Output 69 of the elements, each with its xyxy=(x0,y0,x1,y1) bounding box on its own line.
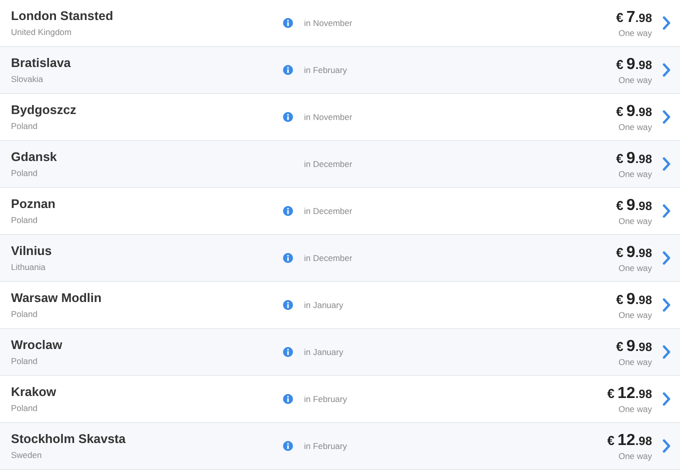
country-name: Poland xyxy=(11,121,38,131)
chevron-right-icon[interactable] xyxy=(662,204,670,218)
fare-price: € 9.98 xyxy=(616,102,652,120)
chevron-right-icon[interactable] xyxy=(662,298,670,312)
city-name: Poznan xyxy=(11,197,56,211)
fare-type: One way xyxy=(618,404,652,414)
country-name: United Kingdom xyxy=(11,27,72,37)
city-name: Stockholm Skavsta xyxy=(11,432,127,446)
travel-month: in February xyxy=(304,441,348,451)
city-name: Vilnius xyxy=(11,244,53,258)
fare-price: € 9.98 xyxy=(616,338,652,356)
fare-price: € 9.98 xyxy=(616,290,652,308)
country-name: Sweden xyxy=(11,450,43,460)
fare-type: One way xyxy=(618,450,652,460)
fare-type: One way xyxy=(618,74,652,84)
info-icon[interactable] xyxy=(283,441,293,451)
fare-price: € 12.98 xyxy=(607,384,652,402)
fare-price: € 9.98 xyxy=(616,244,652,262)
chevron-right-icon[interactable] xyxy=(662,63,670,77)
city-name: Krakow xyxy=(11,385,58,399)
travel-month: in February xyxy=(304,65,348,75)
country-name: Lithuania xyxy=(11,262,47,272)
info-icon[interactable] xyxy=(283,65,293,75)
fare-type: One way xyxy=(618,168,652,178)
chevron-right-icon[interactable] xyxy=(662,439,670,453)
fare-type: One way xyxy=(618,216,652,226)
travel-month: in December xyxy=(304,206,354,216)
fare-type: One way xyxy=(618,122,652,132)
info-icon[interactable] xyxy=(283,347,293,357)
info-icon[interactable] xyxy=(283,253,293,263)
travel-month: in December xyxy=(304,253,354,263)
chevron-right-icon[interactable] xyxy=(662,251,670,265)
country-name: Poland xyxy=(11,215,38,225)
city-name: Warsaw Modlin xyxy=(11,291,103,305)
fare-type: One way xyxy=(618,28,652,38)
travel-month: in January xyxy=(304,300,344,310)
travel-month: in November xyxy=(304,112,354,122)
fare-type: One way xyxy=(618,262,652,272)
chevron-right-icon[interactable] xyxy=(662,345,670,359)
chevron-right-icon[interactable] xyxy=(662,110,670,124)
travel-month: in November xyxy=(304,18,354,28)
info-icon[interactable] xyxy=(283,112,293,122)
fare-type: One way xyxy=(618,310,652,320)
travel-month: in December xyxy=(304,159,354,169)
fare-price: € 9.98 xyxy=(616,150,652,168)
city-name: Gdansk xyxy=(11,150,58,164)
fare-type: One way xyxy=(618,356,652,366)
country-name: Slovakia xyxy=(11,74,44,84)
city-name: Bratislava xyxy=(11,56,72,70)
info-icon[interactable] xyxy=(283,394,293,404)
chevron-right-icon[interactable] xyxy=(662,16,670,30)
city-name: Wroclaw xyxy=(11,338,64,352)
fare-price: € 7.98 xyxy=(616,8,652,26)
country-name: Poland xyxy=(11,403,38,413)
city-name: Bydgoszcz xyxy=(11,103,78,117)
chevron-right-icon[interactable] xyxy=(662,392,670,406)
chevron-right-icon[interactable] xyxy=(662,157,670,171)
fare-price: € 9.98 xyxy=(616,56,652,74)
fare-price: € 9.98 xyxy=(616,196,652,214)
info-icon[interactable] xyxy=(283,18,293,28)
city-name: London Stansted xyxy=(11,9,114,23)
travel-month: in January xyxy=(304,347,344,357)
country-name: Poland xyxy=(11,356,38,366)
fare-price: € 12.98 xyxy=(607,432,652,450)
country-name: Poland xyxy=(11,309,38,319)
country-name: Poland xyxy=(11,168,38,178)
info-icon[interactable] xyxy=(283,300,293,310)
info-icon[interactable] xyxy=(283,206,293,216)
travel-month: in February xyxy=(304,394,348,404)
